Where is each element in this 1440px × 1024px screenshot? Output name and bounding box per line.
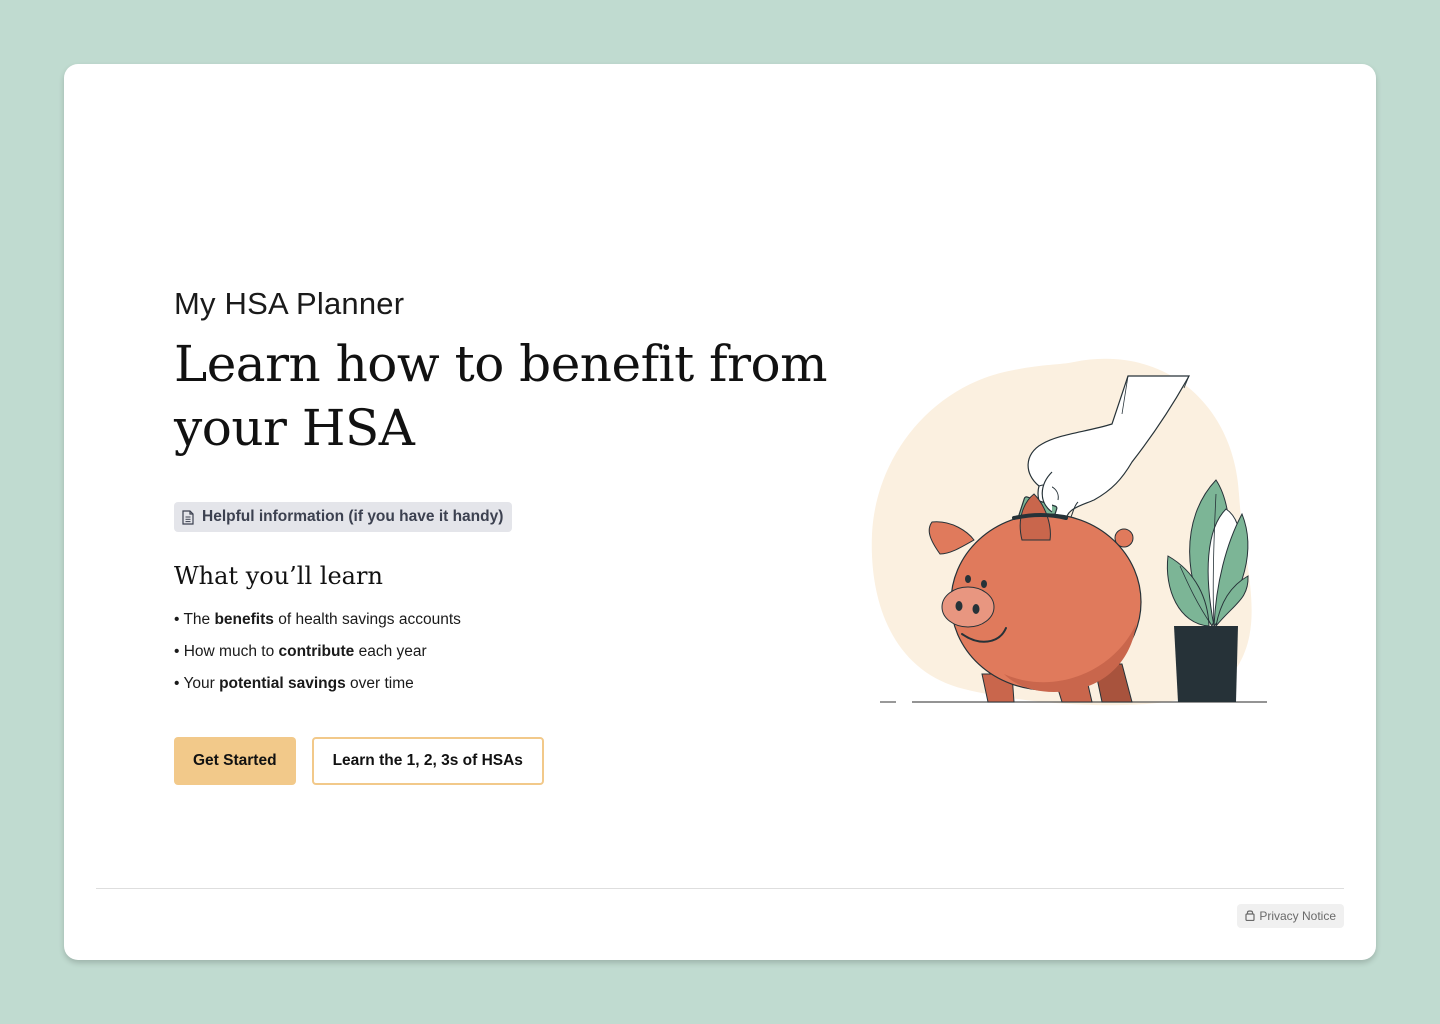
footer-divider <box>96 888 1344 889</box>
headline-line-2: your HSA <box>174 399 415 457</box>
action-buttons: Get Started Learn the 1, 2, 3s of HSAs <box>174 737 854 785</box>
list-item: • Your potential savings over time <box>174 675 414 692</box>
main-card: My HSA Planner Learn how to benefit from… <box>64 64 1376 960</box>
app-name: My HSA Planner <box>174 286 405 321</box>
lock-icon <box>1245 909 1255 924</box>
intro-panel: My HSA Planner Learn how to benefit from… <box>174 286 854 785</box>
learn-section-title: What you’ll learn <box>174 562 383 590</box>
piggy-bank-illustration: $ <box>864 304 1284 719</box>
helpful-info-chip: Helpful information (if you have it hand… <box>174 502 513 532</box>
learn-list: • The benefits of health savings account… <box>174 604 854 700</box>
helpful-info-label: Helpful information (if you have it hand… <box>202 508 504 525</box>
get-started-button[interactable]: Get Started <box>174 737 296 785</box>
headline-line-1: Learn how to benefit from <box>174 335 827 393</box>
privacy-notice-label: Privacy Notice <box>1259 909 1336 923</box>
list-item: • The benefits of health savings account… <box>174 611 461 628</box>
document-icon <box>182 509 194 525</box>
list-item: • How much to contribute each year <box>174 643 427 660</box>
privacy-notice-link[interactable]: Privacy Notice <box>1237 904 1344 928</box>
page-headline: Learn how to benefit from your HSA <box>174 332 854 460</box>
learn-basics-button[interactable]: Learn the 1, 2, 3s of HSAs <box>311 737 544 785</box>
